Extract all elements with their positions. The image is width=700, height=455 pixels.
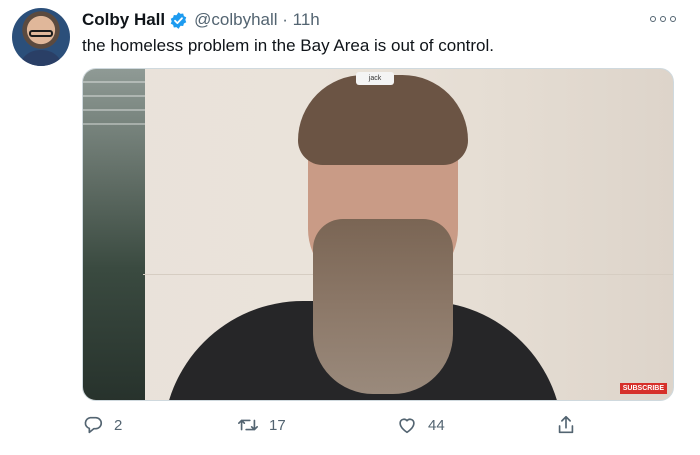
verified-badge-icon [169,11,188,30]
avatar-shirt [18,50,64,66]
tweet-media-image[interactable]: jack SUBSCRIBE [82,68,674,401]
author-name[interactable]: Colby Hall [82,10,165,30]
like-count: 44 [428,416,445,434]
like-button[interactable]: 44 [396,413,445,437]
person-hair [298,75,468,165]
tweet-actions: 2 17 44 [82,413,582,437]
author-handle-time[interactable]: @colbyhall · 11h [194,10,320,30]
person-beard [313,219,453,394]
avatar[interactable] [12,8,70,66]
retweet-button[interactable]: 17 [237,413,286,437]
more-dot [650,16,656,22]
video-participant-label: jack [356,72,394,85]
reply-button[interactable]: 2 [82,413,122,437]
more-dot [660,16,666,22]
more-dot [670,16,676,22]
reply-count: 2 [114,416,123,434]
heart-icon [399,418,415,434]
window-background [83,69,145,400]
blind-slat [83,123,145,125]
tweet-header: Colby Hall @colbyhall · 11h [82,10,320,30]
more-icon[interactable] [650,12,676,26]
reply-icon [84,416,102,434]
blind-slat [83,81,145,83]
blind-slat [83,95,145,97]
retweet-count: 17 [269,416,286,434]
tweet-text: the homeless problem in the Bay Area is … [82,36,495,55]
subscribe-watermark: SUBSCRIBE [619,383,667,394]
avatar-glasses [29,30,53,37]
share-icon [558,415,574,434]
share-button[interactable] [555,413,587,437]
retweet-icon [238,419,258,431]
blind-slat [83,109,145,111]
tweet[interactable]: Colby Hall @colbyhall · 11h the homeless… [0,0,700,455]
